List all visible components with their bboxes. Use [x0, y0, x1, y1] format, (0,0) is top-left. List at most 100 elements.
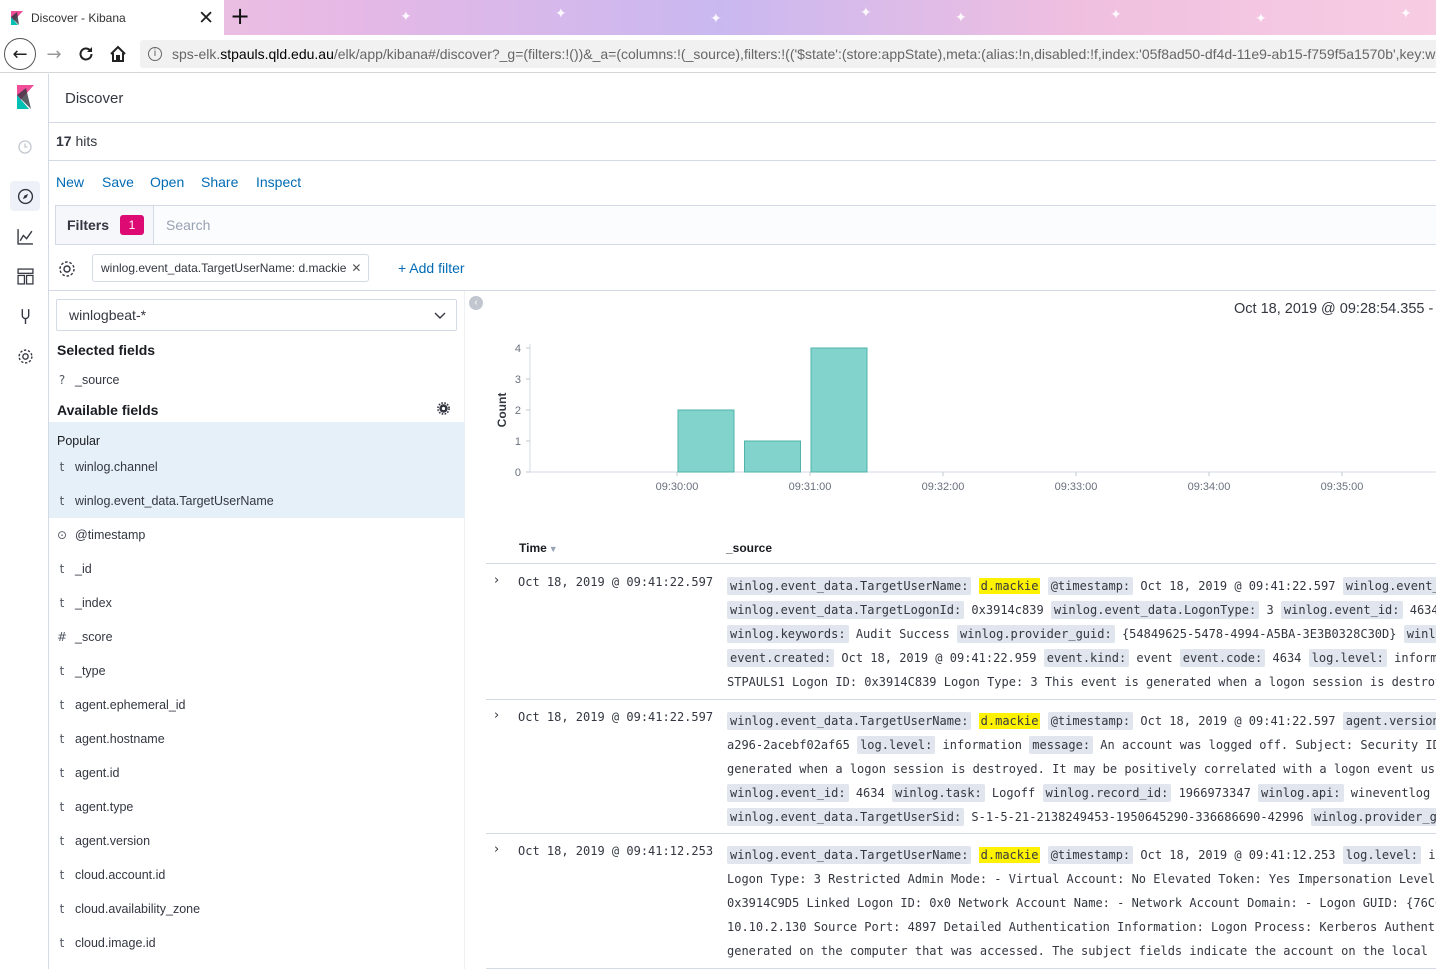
table-row: › Oct 18, 2019 @ 09:41:22.597 winlog.event… — [486, 565, 1436, 700]
new-tab-icon[interactable]: + — [230, 2, 250, 30]
x-tick-label: 09:32:00 — [922, 481, 965, 493]
time-range-label: Oct 18, 2019 @ 09:28:54.355 - — [1234, 301, 1434, 317]
chevron-down-icon — [434, 312, 446, 319]
close-tab-icon[interactable]: ✕ — [198, 7, 214, 29]
field-list-item[interactable]: t _index — [49, 586, 465, 620]
field-list-item[interactable]: # _score — [49, 620, 465, 654]
field-key: @timestamp: — [1047, 712, 1134, 730]
index-pattern-select[interactable]: winlogbeat-* — [56, 299, 457, 331]
query-bar: Filters 1 — [55, 205, 1436, 245]
y-tick-label: 3 — [515, 374, 521, 386]
field-list-item[interactable]: t cloud.image.id — [49, 926, 465, 960]
top-nav-menu: New Save Open Share Inspect — [49, 161, 1436, 203]
row-timestamp: Oct 18, 2019 @ 09:41:12.253 — [518, 844, 714, 858]
field-list-item[interactable]: t winlog.event_data.TargetUserName — [49, 484, 465, 518]
table-row: › Oct 18, 2019 @ 09:41:22.597 winlog.event… — [486, 700, 1436, 834]
field-list-item[interactable]: t winlog.channel — [49, 450, 465, 484]
selected-field-item[interactable]: ? _source — [49, 363, 465, 397]
field-value: 10.10.2.130 Source Port: 4897 Detailed A… — [727, 920, 1436, 934]
url-field[interactable]: i sps-elk. stpauls.qld.edu.au/elk/app/kib… — [140, 40, 1436, 68]
page-title: Discover — [65, 90, 124, 107]
field-value: 1966973347 — [1178, 786, 1251, 800]
field-value: 4634 — [1409, 603, 1436, 617]
field-value: Logon Type: 3 Restricted Admin Mode: - V… — [727, 872, 1436, 886]
expand-row-chevron-icon[interactable]: › — [494, 842, 499, 857]
field-type-icon: t — [59, 596, 65, 610]
sparkle-decoration: ✦ — [710, 10, 722, 26]
management-gear-icon[interactable] — [10, 341, 40, 371]
hits-label: hits — [75, 133, 98, 149]
time-column-header[interactable]: Time ▼ — [519, 541, 558, 555]
field-key: winlog.api: — [1258, 784, 1344, 802]
field-key: winlog.event_data.TargetUserName: — [727, 577, 972, 595]
search-input[interactable] — [156, 206, 1426, 244]
recently-viewed-icon[interactable] — [10, 132, 40, 162]
field-value: Oct 18, 2019 @ 09:41:22.597 — [1140, 714, 1336, 728]
filter-pill[interactable]: winlog.event_data.TargetUserName: d.mack… — [92, 254, 370, 282]
field-type-icon: t — [59, 664, 65, 678]
field-type-icon: # — [56, 630, 68, 644]
visualize-icon[interactable] — [10, 221, 40, 251]
browser-tab[interactable]: Discover - Kibana ✕ — [0, 0, 224, 35]
field-list-item[interactable]: t _type — [49, 654, 465, 688]
kibana-logo-icon[interactable] — [10, 82, 40, 112]
filter-options-gear-icon[interactable] — [57, 259, 77, 279]
reload-icon[interactable] — [74, 42, 98, 66]
field-type-icon: t — [59, 698, 65, 712]
expand-row-chevron-icon[interactable]: › — [494, 573, 499, 588]
inspect-button[interactable]: Inspect — [256, 174, 301, 190]
field-name: agent.id — [75, 766, 120, 780]
source-line: winlog.event_data.TargetUserName: d.mack… — [727, 574, 1436, 598]
field-list-item[interactable]: t _id — [49, 552, 465, 586]
field-name: winlog.channel — [75, 460, 158, 474]
field-sidebar: winlogbeat-* Selected fields ? _source A… — [49, 291, 465, 969]
field-list-item[interactable]: t agent.version — [49, 824, 465, 858]
field-key: message: — [1029, 736, 1094, 754]
x-tick-label: 09:31:00 — [789, 481, 832, 493]
field-list-item[interactable]: t agent.type — [49, 790, 465, 824]
field-settings-gear-icon[interactable] — [437, 402, 450, 415]
dashboard-icon[interactable] — [10, 261, 40, 291]
source-line: winlog.event_id: 4634 winlog.task: Logof… — [727, 781, 1436, 805]
y-tick-label: 2 — [515, 405, 521, 417]
field-value: Oct 18, 2019 @ 09:41:12.253 — [1140, 848, 1336, 862]
field-list-item[interactable]: t agent.ephemeral_id — [49, 688, 465, 722]
field-list-item[interactable]: t cloud.availability_zone — [49, 892, 465, 926]
expand-row-chevron-icon[interactable]: › — [494, 708, 499, 723]
new-button[interactable]: New — [56, 174, 84, 190]
dev-tools-icon[interactable] — [10, 301, 40, 331]
forward-arrow-icon[interactable]: → — [42, 42, 66, 66]
remove-filter-icon[interactable]: ✕ — [351, 261, 361, 275]
save-button[interactable]: Save — [102, 174, 134, 190]
field-list-item[interactable]: t agent.id — [49, 756, 465, 790]
sparkle-decoration: ✦ — [400, 8, 412, 24]
filters-label: Filters — [67, 217, 110, 233]
field-value: STPAULS1 Logon ID: 0x3914C839 Logon Type… — [727, 675, 1436, 689]
field-name: cloud.account.id — [75, 868, 166, 882]
field-type-icon: t — [59, 562, 65, 576]
add-filter-button[interactable]: + Add filter — [398, 260, 465, 276]
table-row: › Oct 18, 2019 @ 09:41:12.253 winlog.event… — [486, 834, 1436, 969]
collapse-sidebar-icon[interactable]: ‹ — [469, 296, 483, 310]
source-cell: winlog.event_data.TargetUserName: d.mack… — [727, 843, 1436, 963]
sort-down-icon[interactable]: ▼ — [549, 544, 558, 554]
source-line: 10.10.2.130 Source Port: 4897 Detailed A… — [727, 915, 1436, 939]
field-name: cloud.image.id — [75, 936, 156, 950]
field-key: event.created: — [727, 649, 835, 667]
field-key: winlog.event_data.TargetUserSid: — [727, 808, 965, 826]
filters-button[interactable]: Filters 1 — [56, 206, 154, 244]
share-button[interactable]: Share — [201, 174, 238, 190]
y-tick-label: 0 — [515, 467, 521, 479]
field-value: Oct 18, 2019 @ 09:41:22.597 — [1140, 579, 1336, 593]
discover-compass-icon[interactable] — [10, 181, 40, 211]
site-info-icon[interactable]: i — [148, 47, 162, 61]
open-button[interactable]: Open — [150, 174, 184, 190]
field-type-icon: t — [59, 460, 65, 474]
field-list-item[interactable]: t agent.hostname — [49, 722, 465, 756]
field-list-item[interactable]: ⊙ @timestamp — [49, 518, 465, 552]
field-key: event.code: — [1179, 649, 1266, 667]
field-list-item[interactable]: t cloud.account.id — [49, 858, 465, 892]
tab-title: Discover - Kibana — [31, 10, 126, 25]
home-icon[interactable] — [106, 42, 130, 66]
back-arrow-icon[interactable]: ← — [4, 38, 36, 70]
